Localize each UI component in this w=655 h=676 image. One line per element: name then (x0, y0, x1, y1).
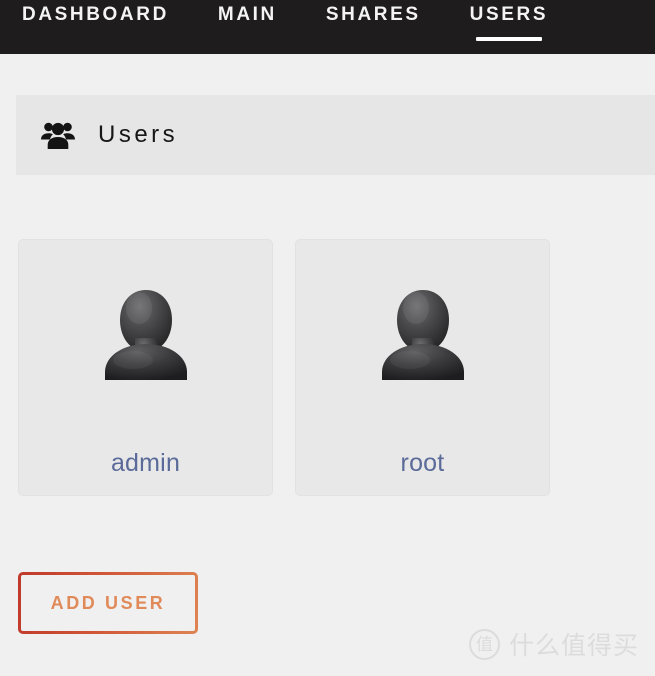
users-panel-header: Users (16, 95, 655, 175)
nav-item-label: SHARES (325, 4, 421, 25)
user-name: root (400, 449, 445, 477)
nav-item-label: MAIN (217, 4, 277, 25)
active-tab-indicator (475, 37, 542, 41)
watermark-logo-icon: 值 (468, 628, 500, 660)
user-name: admin (110, 449, 181, 477)
nav-item-label: USERS (469, 4, 549, 25)
add-user-button-label: ADD USER (50, 592, 166, 613)
add-user-button[interactable]: ADD USER (18, 572, 198, 634)
nav-item-dashboard[interactable]: DASHBOARD (22, 0, 169, 24)
top-navigation-bar: DASHBOARD MAIN SHARES USERS (0, 0, 655, 54)
watermark-text: 什么值得买 (508, 632, 639, 660)
nav-item-shares[interactable]: SHARES (326, 0, 421, 24)
nav-item-label: DASHBOARD (22, 4, 169, 25)
user-card-admin[interactable]: admin (18, 239, 273, 496)
nav-item-main[interactable]: MAIN (218, 0, 277, 24)
nav-item-users[interactable]: USERS (469, 0, 549, 41)
users-card-list: admin root (18, 239, 550, 496)
smzdm-watermark: 值 什么值得买 (468, 626, 639, 662)
panel-title: Users (98, 121, 179, 148)
avatar (81, 262, 211, 392)
users-group-icon (40, 120, 76, 150)
user-card-root[interactable]: root (295, 239, 550, 496)
avatar (358, 262, 488, 392)
